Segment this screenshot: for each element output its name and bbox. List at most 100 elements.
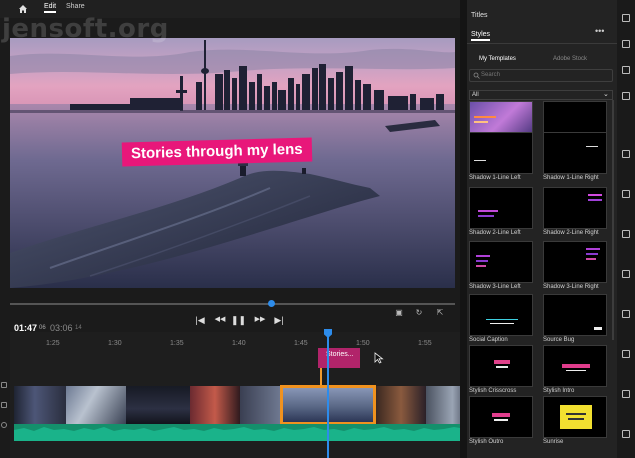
panel-divider (460, 0, 467, 458)
current-time-frames: 06 (39, 325, 46, 331)
template-item[interactable]: Shadow 3-Line Right (543, 241, 607, 291)
template-item[interactable]: Social Caption (469, 294, 533, 344)
template-label: Shadow 3-Line Right (543, 284, 599, 290)
chevron-down-icon[interactable]: ⌄ (603, 90, 609, 98)
filter-value: All (472, 92, 479, 98)
template-item[interactable]: Stylish Intro (543, 345, 607, 395)
tick-label: 1:25 (46, 340, 60, 347)
tool-icon[interactable] (622, 230, 630, 238)
tool-icon[interactable] (622, 150, 630, 158)
tool-icon[interactable] (622, 350, 630, 358)
playhead[interactable] (327, 337, 329, 458)
more-options-icon[interactable]: ••• (595, 26, 604, 36)
template-thumbnail (469, 345, 533, 387)
titles-panel: Titles Styles ••• My Templates Adobe Sto… (467, 0, 617, 458)
tool-icon[interactable] (622, 14, 630, 22)
fullscreen-icon[interactable]: ⇱ (434, 307, 446, 319)
template-thumbnail (543, 132, 607, 174)
template-thumbnail (543, 396, 607, 438)
panel-title: Titles (471, 12, 488, 19)
template-thumbnail (543, 187, 607, 229)
tool-icon[interactable] (622, 390, 630, 398)
audio-track[interactable] (14, 424, 472, 441)
template-thumbnail (469, 396, 533, 438)
template-thumbnail (543, 241, 607, 283)
template-item[interactable]: Shadow 2-Line Right (543, 187, 607, 237)
video-track[interactable] (14, 386, 470, 424)
divider (467, 43, 617, 44)
template-label: Stylish Outro (469, 439, 504, 445)
skip-to-end-icon[interactable]: ▶| (272, 313, 286, 327)
tool-icon[interactable] (1, 402, 7, 408)
search-icon (473, 72, 480, 79)
tab-my-templates[interactable]: My Templates (479, 56, 516, 62)
template-thumbnail (469, 241, 533, 283)
tool-icon[interactable] (622, 310, 630, 318)
video-preview[interactable]: Stories through my lens (10, 38, 455, 288)
clip-thumbnail[interactable] (14, 386, 66, 424)
tab-adobe-stock[interactable]: Adobe Stock (553, 56, 587, 62)
tab-styles[interactable]: Styles (471, 31, 491, 41)
template-thumbnail (469, 294, 533, 336)
template-thumbnail (543, 294, 607, 336)
template-label: Shadow 2-Line Right (543, 230, 599, 236)
right-toolbar (617, 0, 635, 458)
step-back-icon[interactable]: ◀◀ (213, 313, 227, 327)
filter-select[interactable] (469, 90, 613, 100)
template-item[interactable]: Shadow 3-Line Left (469, 241, 533, 291)
panel-scrollbar[interactable] (612, 100, 614, 340)
clip-thumbnail[interactable] (376, 386, 426, 424)
tool-icon[interactable] (1, 382, 7, 388)
tool-icon[interactable] (622, 66, 630, 74)
template-item[interactable]: Stylish Crisscross (469, 345, 533, 395)
tool-icon[interactable] (622, 92, 630, 100)
top-bar: Edit Share (0, 0, 460, 18)
template-label: Shadow 2-Line Left (469, 230, 521, 236)
total-time-frames: 14 (75, 325, 82, 331)
template-label: Social Caption (469, 337, 508, 343)
pause-icon[interactable]: ❚❚ (231, 313, 246, 327)
scrub-bar[interactable] (10, 303, 455, 305)
mouse-cursor-icon (374, 352, 384, 364)
clip-thumbnail[interactable] (66, 386, 126, 424)
template-label: Shadow 1-Line Left (469, 175, 521, 181)
scrub-handle[interactable] (268, 300, 275, 307)
template-item[interactable]: Shadow 2-Line Left (469, 187, 533, 237)
template-thumbnail (469, 132, 533, 174)
template-item[interactable]: Sunrise (543, 396, 607, 446)
tool-icon[interactable] (622, 430, 630, 438)
tick-label: 1:45 (294, 340, 308, 347)
tab-edit[interactable]: Edit (44, 3, 57, 13)
template-item[interactable]: Stylish Outro (469, 396, 533, 446)
tick-label: 1:55 (418, 340, 432, 347)
tool-icon[interactable] (622, 40, 630, 48)
tick-label: 1:50 (356, 340, 370, 347)
tab-share[interactable]: Share (66, 3, 85, 10)
template-item[interactable]: Source Bug (543, 294, 607, 344)
fit-icon[interactable]: ▣ (393, 307, 405, 319)
template-thumbnail (543, 345, 607, 387)
step-forward-icon[interactable]: ▶▶ (253, 313, 267, 327)
clip-thumbnail[interactable] (190, 386, 240, 424)
template-item[interactable]: Shadow 1-Line Right (543, 132, 607, 182)
tick-label: 1:35 (170, 340, 184, 347)
audio-waveform (14, 424, 472, 431)
title-overlay-text[interactable]: Stories through my lens (121, 137, 312, 167)
tool-icon[interactable] (622, 270, 630, 278)
title-clip[interactable]: Stories... (318, 348, 360, 368)
template-thumbnail (469, 187, 533, 229)
tool-icon[interactable] (1, 422, 7, 428)
clip-thumbnail[interactable] (126, 386, 190, 424)
template-label: Shadow 1-Line Right (543, 175, 599, 181)
clip-thumbnail[interactable] (240, 386, 280, 424)
template-label: Stylish Intro (543, 388, 575, 394)
tick-label: 1:30 (108, 340, 122, 347)
loop-icon[interactable]: ↻ (413, 307, 425, 319)
tick-label: 1:40 (232, 340, 246, 347)
template-label: Source Bug (543, 337, 575, 343)
template-item[interactable]: Shadow 1-Line Left (469, 132, 533, 182)
skip-to-start-icon[interactable]: |◀ (193, 313, 207, 327)
tool-icon[interactable] (622, 190, 630, 198)
home-icon[interactable] (18, 4, 28, 14)
template-label: Stylish Crisscross (469, 388, 517, 394)
